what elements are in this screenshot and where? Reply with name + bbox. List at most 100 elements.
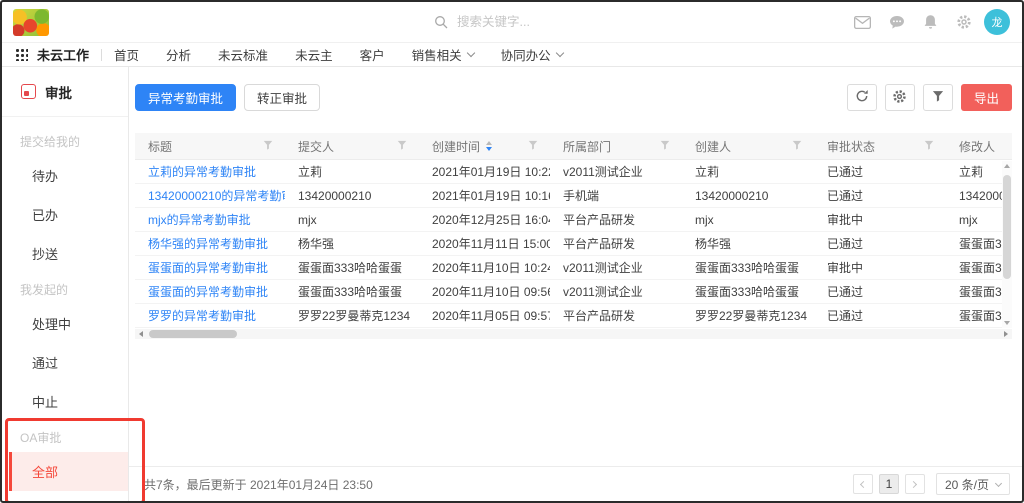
navbar: 未云工作 首页 分析 未云标准 未云主 客户 销售相关 协同办公	[2, 43, 1022, 67]
table-row[interactable]: mjx的异常考勤审批mjx2020年12月25日 16:04平台产品研发mjx审…	[135, 208, 1012, 232]
vertical-scroll-thumb[interactable]	[1003, 175, 1011, 279]
pagination-page-1[interactable]: 1	[879, 474, 899, 494]
sort-icon[interactable]	[486, 141, 492, 151]
sidebar-section-label: 我发起的	[2, 275, 128, 304]
filter-icon	[932, 90, 944, 105]
filter-icon[interactable]	[263, 139, 273, 153]
column-header[interactable]: 创建时间	[419, 138, 550, 155]
filter-icon[interactable]	[792, 139, 802, 153]
column-header[interactable]: 提交人	[285, 138, 419, 155]
nav-item-6[interactable]: 销售相关	[412, 45, 474, 64]
cell-submitter: 蛋蛋面333哈哈蛋蛋	[285, 259, 419, 276]
filter-icon[interactable]	[660, 139, 670, 153]
sidebar-header: 审批	[2, 67, 128, 117]
column-label: 审批状态	[827, 138, 875, 155]
nav-item-3[interactable]: 未云标准	[218, 45, 268, 64]
sidebar-item[interactable]: 通过	[2, 343, 128, 382]
sidebar-item[interactable]: 待办	[2, 156, 128, 195]
pagination-prev-button[interactable]	[853, 474, 873, 494]
gear-icon[interactable]	[956, 14, 972, 30]
cell-creator: 蛋蛋面333哈哈蛋蛋	[682, 283, 814, 300]
sidebar-item[interactable]: 中止	[2, 382, 128, 421]
sidebar-item[interactable]: 抄送	[2, 234, 128, 273]
filter-icon[interactable]	[924, 139, 934, 153]
table-row[interactable]: 蛋蛋面的异常考勤审批蛋蛋面333哈哈蛋蛋2020年11月10日 09:56v20…	[135, 280, 1012, 304]
nav-item-2[interactable]: 分析	[166, 45, 191, 64]
filter-button[interactable]	[923, 84, 953, 111]
column-header[interactable]: 审批状态	[814, 138, 946, 155]
table-row[interactable]: 蛋蛋面的异常考勤审批蛋蛋面333哈哈蛋蛋2020年11月10日 10:24v20…	[135, 256, 1012, 280]
sidebar-item[interactable]: 处理中	[2, 304, 128, 343]
settings-button[interactable]	[885, 84, 915, 111]
cell-created: 2020年11月11日 15:00	[419, 235, 550, 252]
footer: 共7条，最后更新于 2021年01月24日 23:50 1 20 条/页	[129, 466, 1022, 501]
tab-1[interactable]: 异常考勤审批	[135, 84, 236, 111]
bell-icon[interactable]	[923, 14, 938, 30]
sidebar-section: 我发起的处理中通过中止	[2, 273, 128, 421]
cell-title[interactable]: 杨华强的异常考勤审批	[135, 235, 285, 252]
cell-title[interactable]: mjx的异常考勤审批	[135, 211, 285, 228]
mail-icon[interactable]	[854, 16, 871, 29]
horizontal-scroll-thumb[interactable]	[149, 330, 237, 338]
sidebar-item[interactable]: 已办	[2, 195, 128, 234]
column-header-content: 创建时间	[432, 138, 492, 155]
cell-creator: 蛋蛋面333哈哈蛋蛋	[682, 259, 814, 276]
app-window: 龙 未云工作 首页 分析 未云标准 未云主 客户 销售相关 协同办公 审批 提交给我的待办已…	[0, 0, 1024, 503]
column-header[interactable]: 所属部门	[550, 138, 682, 155]
cell-submitter: 蛋蛋面333哈哈蛋蛋	[285, 283, 419, 300]
column-header-content: 提交人	[298, 138, 334, 155]
export-button[interactable]: 导出	[961, 84, 1012, 111]
nav-item-1[interactable]: 首页	[114, 45, 139, 64]
column-header-content: 审批状态	[827, 138, 875, 155]
column-header[interactable]: 标题	[135, 138, 285, 155]
chat-icon[interactable]	[889, 15, 905, 30]
column-header-content: 标题	[148, 138, 172, 155]
sidebar-title: 审批	[45, 82, 72, 102]
workspace-label[interactable]: 未云工作	[37, 45, 89, 64]
cell-created: 2020年11月05日 09:57	[419, 307, 550, 324]
nav-item-label: 客户	[360, 45, 385, 64]
cell-title[interactable]: 蛋蛋面的异常考勤审批	[135, 259, 285, 276]
sidebar-sections: 提交给我的待办已办抄送我发起的处理中通过中止OA审批全部	[2, 125, 128, 491]
avatar[interactable]: 龙	[984, 9, 1010, 35]
filter-icon[interactable]	[528, 139, 538, 153]
cell-status: 审批中	[814, 211, 946, 228]
scroll-right-icon[interactable]	[1004, 331, 1008, 337]
scroll-down-icon[interactable]	[1004, 321, 1010, 325]
sidebar-item[interactable]: 全部	[9, 452, 128, 491]
table-row[interactable]: 13420000210的异常考勤审批134200002102021年01月19日…	[135, 184, 1012, 208]
table-row[interactable]: 杨华强的异常考勤审批杨华强2020年11月11日 15:00平台产品研发杨华强已…	[135, 232, 1012, 256]
pagination-next-button[interactable]	[905, 474, 925, 494]
app-launcher-icon[interactable]	[15, 48, 28, 61]
table-row[interactable]: 立莉的异常考勤审批立莉2021年01月19日 10:22v2011测试企业立莉已…	[135, 160, 1012, 184]
nav-item-4[interactable]: 未云主	[295, 45, 333, 64]
tabs: 异常考勤审批转正审批	[135, 84, 320, 111]
horizontal-scrollbar[interactable]	[135, 329, 1012, 339]
cell-submitter: 罗罗22罗曼蒂克1234	[285, 307, 419, 324]
refresh-button[interactable]	[847, 84, 877, 111]
cell-status: 已通过	[814, 163, 946, 180]
column-label: 所属部门	[563, 138, 611, 155]
cell-title[interactable]: 立莉的异常考勤审批	[135, 163, 285, 180]
cell-title[interactable]: 罗罗的异常考勤审批	[135, 307, 285, 324]
page-size-value: 20 条/页	[945, 476, 989, 493]
scroll-left-icon[interactable]	[139, 331, 143, 337]
cell-creator: 13420000210	[682, 189, 814, 203]
filter-icon[interactable]	[397, 139, 407, 153]
app-logo[interactable]	[13, 9, 49, 36]
column-header[interactable]: 修改人	[946, 138, 1012, 155]
table-row[interactable]: 罗罗的异常考勤审批罗罗22罗曼蒂克12342020年11月05日 09:57平台…	[135, 304, 1012, 328]
page-size-select[interactable]: 20 条/页	[936, 473, 1010, 495]
column-header[interactable]: 创建人	[682, 138, 814, 155]
search-input[interactable]	[457, 15, 607, 29]
scroll-up-icon[interactable]	[1004, 164, 1010, 168]
tab-2[interactable]: 转正审批	[244, 84, 320, 111]
vertical-scrollbar[interactable]	[1002, 161, 1012, 328]
cell-submitter: 立莉	[285, 163, 419, 180]
nav-item-5[interactable]: 客户	[360, 45, 385, 64]
cell-department: 平台产品研发	[550, 307, 682, 324]
cell-title[interactable]: 13420000210的异常考勤审批	[135, 187, 285, 204]
approval-icon	[21, 84, 36, 99]
cell-title[interactable]: 蛋蛋面的异常考勤审批	[135, 283, 285, 300]
nav-item-7[interactable]: 协同办公	[501, 45, 563, 64]
